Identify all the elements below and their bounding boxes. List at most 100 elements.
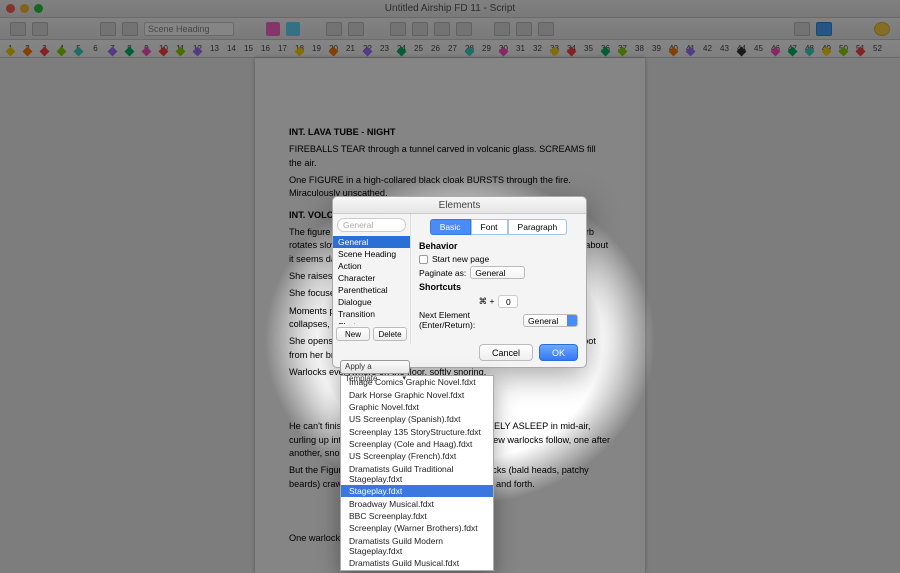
minimize-window[interactable] — [20, 4, 29, 13]
template-menu-item[interactable]: Dramatists Guild Traditional Stageplay.f… — [341, 463, 493, 485]
ruler-tick[interactable]: 10 — [155, 44, 172, 53]
cloud-icon[interactable] — [816, 22, 832, 36]
next-element-select[interactable]: General — [523, 314, 578, 327]
template-menu-item[interactable]: Dramatists Guild Modern Stageplay.fdxt — [341, 535, 493, 557]
template-menu-item[interactable]: BBC Screenplay.fdxt — [341, 510, 493, 522]
ruler-tick[interactable]: 40 — [665, 44, 682, 53]
template-menu-item[interactable]: Dark Horse Graphic Novel.fdxt — [341, 388, 493, 400]
template-menu-item[interactable]: Screenplay (Warner Brothers).fdxt — [341, 522, 493, 534]
ruler-marker[interactable] — [839, 47, 849, 57]
element-search[interactable]: General — [337, 218, 406, 232]
ruler-marker[interactable] — [805, 47, 815, 57]
page-icon[interactable] — [100, 22, 116, 36]
template-menu-item[interactable]: Dramatists Guild Musical.fdxt — [341, 557, 493, 569]
ruler-tick[interactable]: 25 — [410, 44, 427, 53]
delete-element-button[interactable]: Delete — [373, 327, 407, 341]
ruler-marker[interactable] — [618, 47, 628, 57]
ruler-marker[interactable] — [329, 47, 339, 57]
ruler-marker[interactable] — [159, 47, 169, 57]
ruler-tick[interactable]: 6 — [87, 44, 104, 53]
ruler-tick[interactable]: 46 — [767, 44, 784, 53]
element-list[interactable]: GeneralScene HeadingActionCharacterParen… — [333, 236, 410, 324]
layout-icon[interactable] — [326, 22, 342, 36]
script-line[interactable]: INT. LAVA TUBE - NIGHT — [289, 126, 611, 139]
template-menu-item[interactable]: Index Cards for outlining.fdxt — [341, 569, 493, 571]
dialog-tab[interactable]: Font — [471, 219, 508, 235]
ruler-tick[interactable]: 42 — [699, 44, 716, 53]
ruler-marker[interactable] — [40, 47, 50, 57]
fullscreen-icon[interactable] — [874, 22, 890, 36]
ruler-marker[interactable] — [108, 47, 118, 57]
paginate-select[interactable]: General — [470, 266, 525, 279]
ruler-marker[interactable] — [295, 47, 305, 57]
italic-icon[interactable] — [434, 22, 450, 36]
ruler-tick[interactable]: 47 — [784, 44, 801, 53]
ruler-marker[interactable] — [499, 47, 509, 57]
ruler-tick[interactable]: 7 — [104, 44, 121, 53]
template-menu-item[interactable]: US Screenplay (Spanish).fdxt — [341, 413, 493, 425]
ruler-tick[interactable]: 13 — [206, 44, 223, 53]
ruler-marker[interactable] — [57, 47, 67, 57]
zoom-window[interactable] — [34, 4, 43, 13]
apply-template-button[interactable]: Apply a Template — [340, 360, 410, 374]
ruler-marker[interactable] — [363, 47, 373, 57]
ruler-marker[interactable] — [601, 47, 611, 57]
ruler-marker[interactable] — [397, 47, 407, 57]
ruler-tick[interactable]: 41 — [682, 44, 699, 53]
ruler-tick[interactable]: 5 — [70, 44, 87, 53]
ruler-tick[interactable]: 1 — [2, 44, 19, 53]
view-icon[interactable] — [10, 22, 26, 36]
ruler-tick[interactable]: 49 — [818, 44, 835, 53]
ruler-tick[interactable]: 14 — [223, 44, 240, 53]
ruler-tick[interactable]: 44 — [733, 44, 750, 53]
ruler-tick[interactable]: 23 — [376, 44, 393, 53]
template-menu-item[interactable]: Broadway Musical.fdxt — [341, 497, 493, 509]
ruler-tick[interactable]: 37 — [614, 44, 631, 53]
ruler-marker[interactable] — [771, 47, 781, 57]
wand-icon[interactable] — [794, 22, 810, 36]
ruler-tick[interactable]: 26 — [427, 44, 444, 53]
ruler-tick[interactable]: 30 — [495, 44, 512, 53]
ruler-tick[interactable]: 31 — [512, 44, 529, 53]
ruler-marker[interactable] — [74, 47, 84, 57]
ruler-tick[interactable]: 12 — [189, 44, 206, 53]
ruler-tick[interactable]: 43 — [716, 44, 733, 53]
start-new-page-checkbox[interactable] — [419, 255, 428, 264]
bold-icon[interactable] — [412, 22, 428, 36]
ruler-tick[interactable]: 34 — [563, 44, 580, 53]
new-element-button[interactable]: New — [336, 327, 370, 341]
element-list-item[interactable]: Parenthetical — [333, 284, 410, 296]
dialog-tabs[interactable]: BasicFontParagraph — [419, 219, 578, 235]
ruler-tick[interactable]: 19 — [308, 44, 325, 53]
ruler-marker[interactable] — [686, 47, 696, 57]
ruler-tick[interactable]: 28 — [461, 44, 478, 53]
dialog-tab[interactable]: Basic — [430, 219, 471, 235]
element-list-item[interactable]: Scene Heading — [333, 248, 410, 260]
ruler-tick[interactable]: 33 — [546, 44, 563, 53]
text-color-icon[interactable] — [516, 22, 532, 36]
ruler-tick[interactable]: 20 — [325, 44, 342, 53]
highlight-blue[interactable] — [286, 22, 300, 36]
ruler-tick[interactable]: 51 — [852, 44, 869, 53]
columns-icon[interactable] — [348, 22, 364, 36]
template-menu-item[interactable]: Graphic Novel.fdxt — [341, 401, 493, 413]
cancel-button[interactable]: Cancel — [479, 344, 533, 361]
ruler-marker[interactable] — [23, 47, 33, 57]
highlight-pink[interactable] — [266, 22, 280, 36]
ruler-marker[interactable] — [465, 47, 475, 57]
ruler-tick[interactable]: 29 — [478, 44, 495, 53]
ok-button[interactable]: OK — [539, 344, 578, 361]
element-list-item[interactable]: Action — [333, 260, 410, 272]
template-menu[interactable]: Image Comics Graphic Novel.fdxtDark Hors… — [340, 375, 494, 571]
ruler-tick[interactable]: 45 — [750, 44, 767, 53]
ruler-tick[interactable]: 24 — [393, 44, 410, 53]
ruler-tick[interactable]: 22 — [359, 44, 376, 53]
ruler-marker[interactable] — [856, 47, 866, 57]
align-icon[interactable] — [390, 22, 406, 36]
ruler-marker[interactable] — [567, 47, 577, 57]
element-list-item[interactable]: Dialogue — [333, 296, 410, 308]
ruler-tick[interactable]: 36 — [597, 44, 614, 53]
element-list-item[interactable]: Character — [333, 272, 410, 284]
template-menu-item[interactable]: Screenplay 135 StoryStructure.fdxt — [341, 426, 493, 438]
ruler-tick[interactable]: 38 — [631, 44, 648, 53]
